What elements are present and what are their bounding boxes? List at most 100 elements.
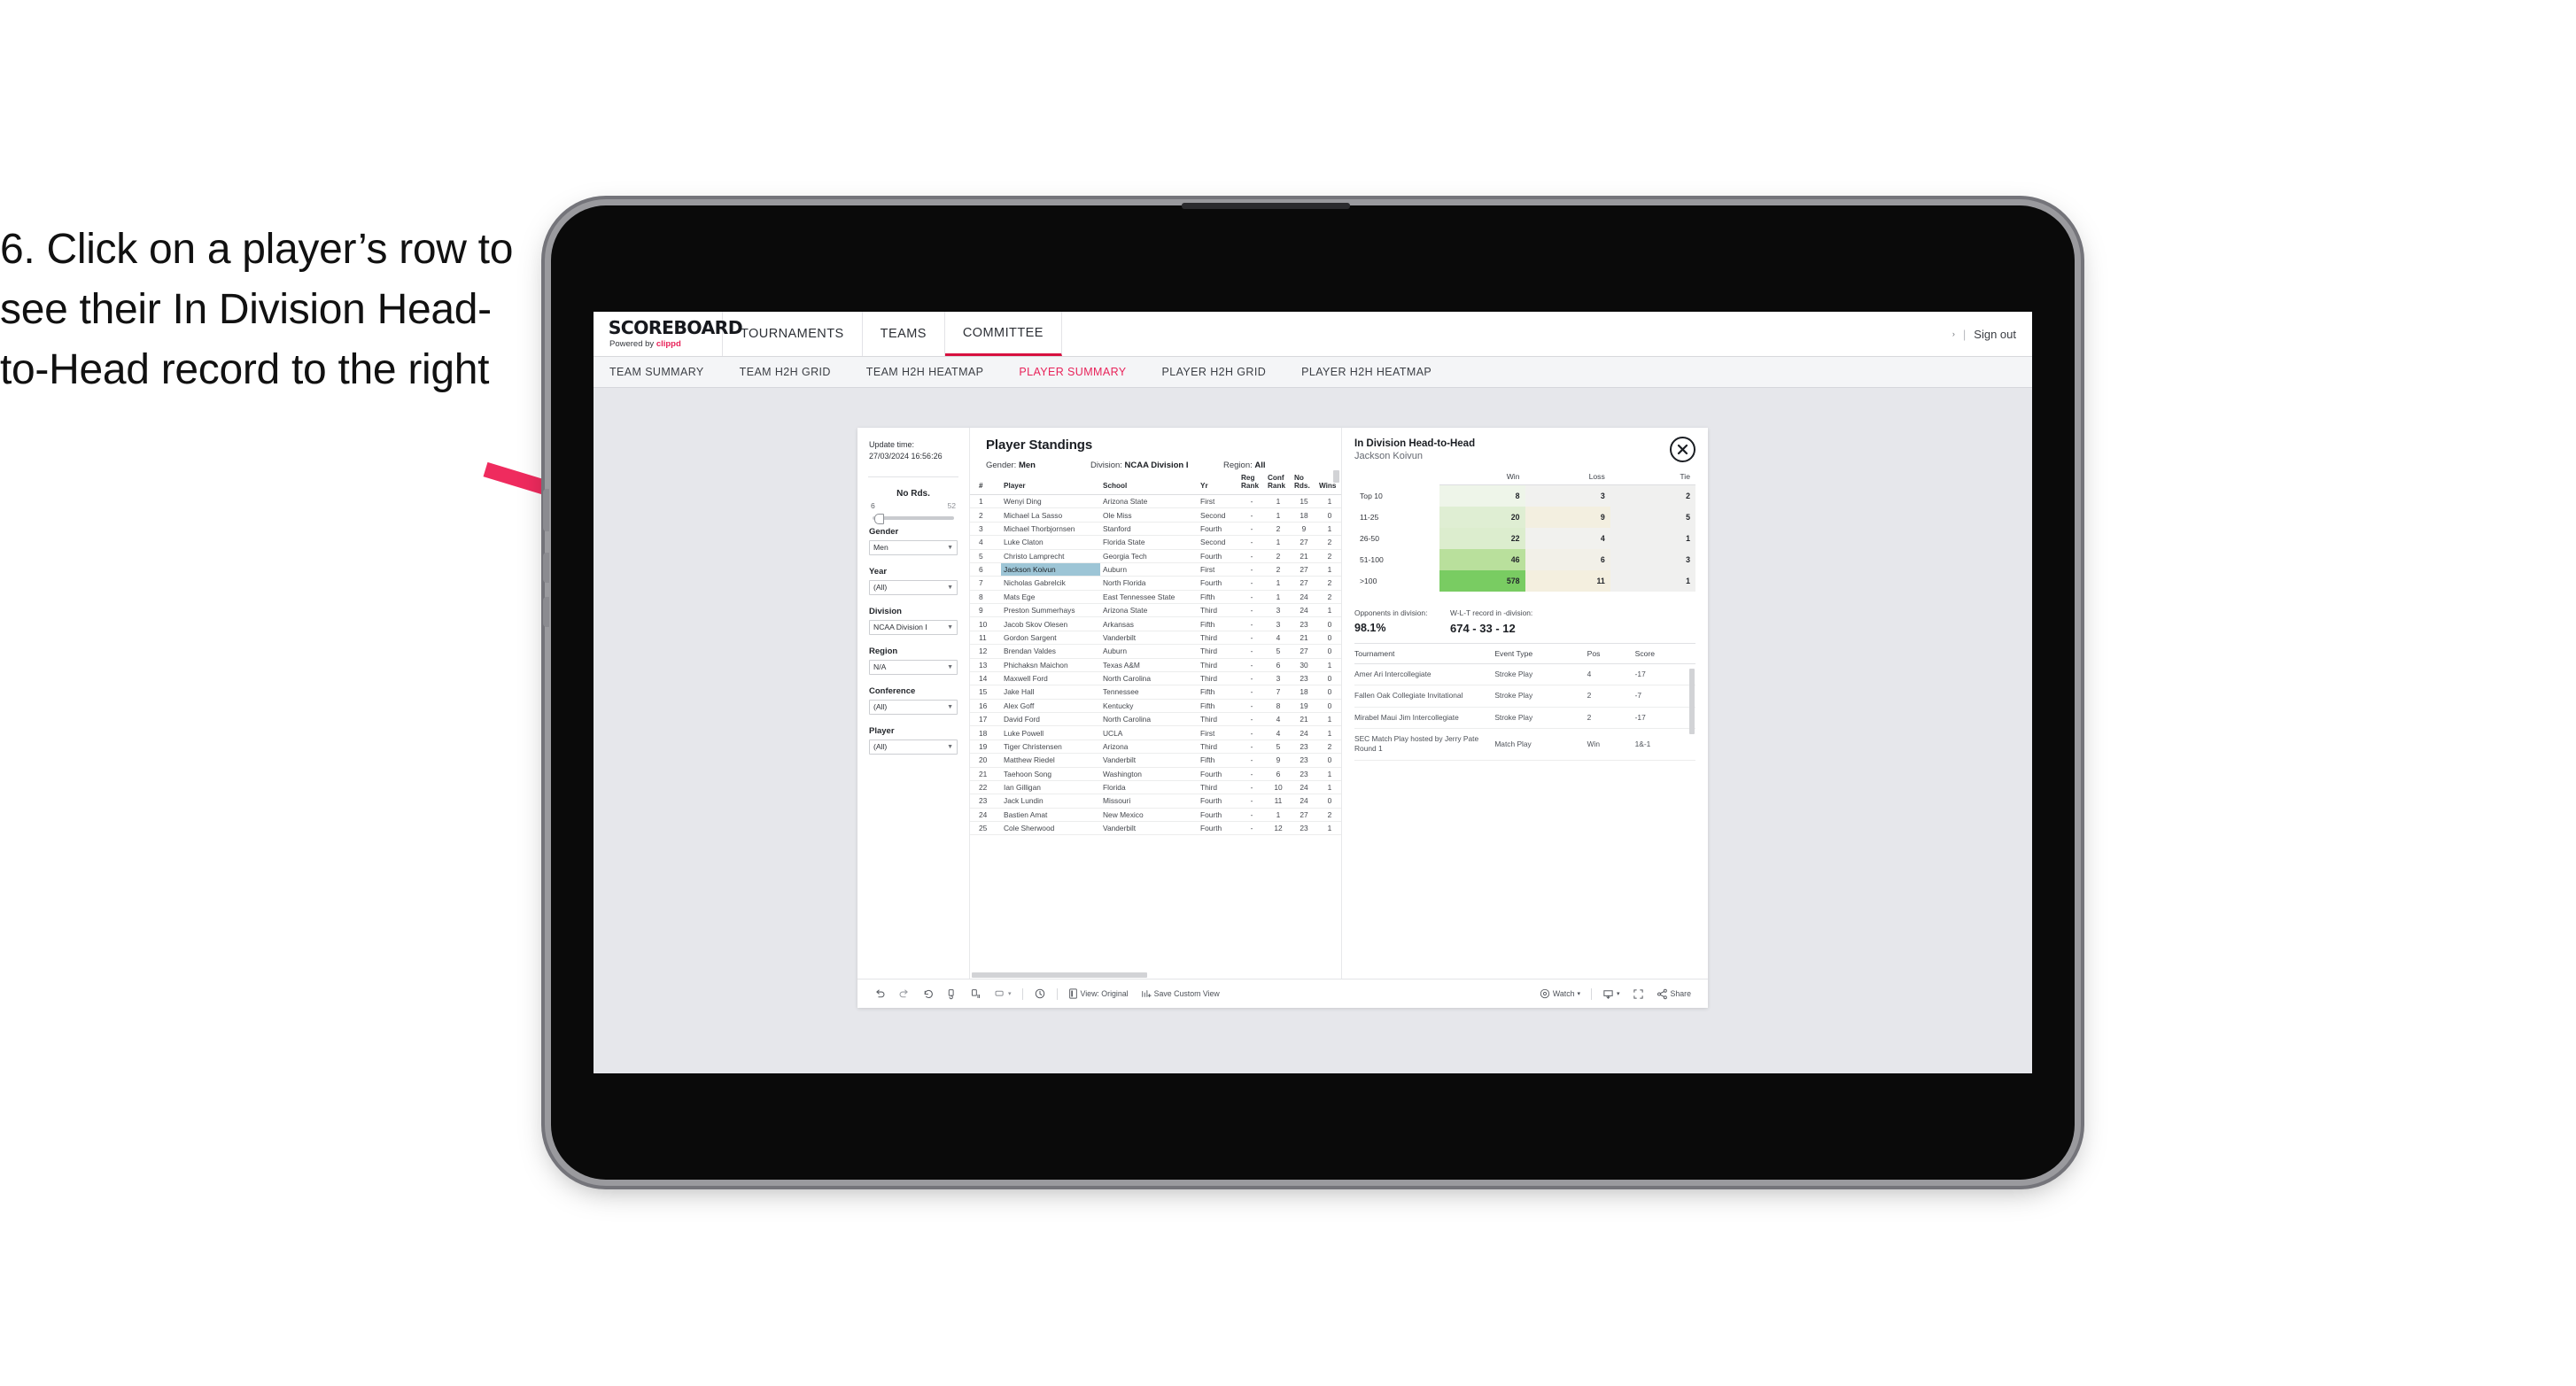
- table-row[interactable]: 19 Tiger Christensen Arizona Third -5 23 2: [970, 739, 1341, 755]
- filter-conference-select[interactable]: (All) ▼: [869, 699, 958, 715]
- filter-player-value: (All): [873, 742, 888, 752]
- table-row[interactable]: 22 Ian Gilligan Florida Third -10 24 1: [970, 780, 1341, 795]
- table-row[interactable]: 15 Jake Hall Tennessee Fifth -7 18 0: [970, 685, 1341, 700]
- device-layout-icon[interactable]: ▾: [988, 984, 1018, 1003]
- cell-conf: 3: [1265, 603, 1292, 618]
- tournament-cell-event: Stroke Play: [1494, 663, 1587, 686]
- col-player[interactable]: Player: [1001, 470, 1100, 495]
- table-row[interactable]: 17 David Ford North Carolina Third -4 21 1: [970, 712, 1341, 727]
- standings-vertical-scrollbar[interactable]: [1333, 470, 1339, 483]
- cell-rds: 21: [1292, 712, 1316, 727]
- standings-horizontal-scrollbar[interactable]: [970, 972, 1341, 979]
- undo-icon[interactable]: [868, 984, 892, 1003]
- col-event-type[interactable]: Event Type: [1494, 644, 1587, 664]
- col-tournament[interactable]: Tournament: [1354, 644, 1495, 664]
- filter-region-select[interactable]: N/A ▼: [869, 659, 958, 675]
- table-row[interactable]: 23 Jack Lundin Missouri Fourth -11 24 0: [970, 794, 1341, 809]
- tab-player-summary[interactable]: PLAYER SUMMARY: [1001, 357, 1144, 387]
- nav-committee[interactable]: COMMITTEE: [944, 312, 1062, 356]
- cell-wins: 0: [1316, 753, 1341, 768]
- col-no-rds[interactable]: No Rds.: [1292, 470, 1316, 495]
- col-yr[interactable]: Yr: [1198, 470, 1238, 495]
- cell-rds: 27: [1292, 644, 1316, 659]
- cell-yr: First: [1198, 725, 1238, 740]
- table-row[interactable]: 8 Mats Ege East Tennessee State Fifth -1 24 2: [970, 590, 1341, 605]
- table-row[interactable]: 14 Maxwell Ford North Carolina Third -3 23 0: [970, 671, 1341, 686]
- table-row[interactable]: 3 Michael Thorbjornsen Stanford Fourth -2 9 1: [970, 522, 1341, 537]
- tab-player-h2h-heatmap[interactable]: PLAYER H2H HEATMAP: [1284, 357, 1449, 387]
- table-row[interactable]: 24 Bastien Amat New Mexico Fourth -1 27 2: [970, 808, 1341, 823]
- slider-handle[interactable]: [874, 513, 884, 524]
- account-caret-icon[interactable]: ›: [1952, 329, 1955, 338]
- table-row[interactable]: 20 Matthew Riedel Vanderbilt Fifth -9 23 0: [970, 753, 1341, 768]
- tab-team-h2h-grid[interactable]: TEAM H2H GRID: [722, 357, 849, 387]
- slider-rail[interactable]: [873, 513, 954, 524]
- col-reg-rank[interactable]: Reg Rank: [1238, 470, 1265, 495]
- download-icon[interactable]: ▾: [1596, 984, 1626, 1003]
- cell-num: 12: [970, 644, 1001, 659]
- chevron-down-icon: ▼: [947, 663, 953, 670]
- filter-player-select[interactable]: (All) ▼: [869, 739, 958, 755]
- h2h-row: 11-25 20 9 5: [1354, 507, 1695, 528]
- opponents-value: 98.1%: [1354, 622, 1386, 634]
- table-row[interactable]: 9 Preston Summerhays Arizona State Third -3 2…: [970, 603, 1341, 618]
- table-row[interactable]: 21 Taehoon Song Washington Fourth -6 23 1: [970, 767, 1341, 781]
- table-row[interactable]: 7 Nicholas Gabrelcik North Florida Fourth -1…: [970, 576, 1341, 591]
- save-custom-view-button[interactable]: Save Custom View: [1135, 984, 1226, 1003]
- revert-icon[interactable]: [916, 984, 940, 1003]
- no-rounds-slider[interactable]: No Rds. 6 52: [857, 489, 969, 524]
- table-row[interactable]: 11 Gordon Sargent Vanderbilt Third -4 21 0: [970, 631, 1341, 646]
- table-row[interactable]: 5 Christo Lamprecht Georgia Tech Fourth -2 21…: [970, 549, 1341, 563]
- filter-gender-select[interactable]: Men ▼: [869, 539, 958, 555]
- cell-num: 11: [970, 631, 1001, 646]
- col-score[interactable]: Score: [1634, 644, 1695, 664]
- view-original-button[interactable]: View: Original: [1062, 984, 1135, 1003]
- fullscreen-icon[interactable]: [1626, 984, 1650, 1003]
- cell-rds: 30: [1292, 658, 1316, 672]
- col-school[interactable]: School: [1100, 470, 1198, 495]
- table-row[interactable]: 6 Jackson Koivun Auburn First -2 27 1: [970, 562, 1341, 577]
- h2h-cell-win: 20: [1439, 507, 1525, 528]
- watch-button[interactable]: Watch ▾: [1533, 984, 1587, 1003]
- cell-player: Jacob Skov Olesen: [1001, 616, 1100, 631]
- cell-yr: Fourth: [1198, 522, 1238, 537]
- table-row[interactable]: 10 Jacob Skov Olesen Arkansas Fifth -3 23 0: [970, 616, 1341, 631]
- cell-conf: 6: [1265, 658, 1292, 672]
- cell-school: Auburn: [1100, 562, 1198, 577]
- table-row[interactable]: 16 Alex Goff Kentucky Fifth -8 19 0: [970, 699, 1341, 714]
- cell-school: New Mexico: [1100, 808, 1198, 823]
- table-row[interactable]: 2 Michael La Sasso Ole Miss Second -1 18 0: [970, 507, 1341, 523]
- table-row[interactable]: 13 Phichaksn Maichon Texas A&M Third -6 30 1: [970, 658, 1341, 672]
- tournament-vertical-scrollbar[interactable]: [1689, 669, 1695, 734]
- table-row[interactable]: 4 Luke Claton Florida State Second -1 27 2: [970, 535, 1341, 550]
- cell-num: 25: [970, 821, 1001, 836]
- col-rank[interactable]: #: [970, 470, 1001, 495]
- nav-tournaments[interactable]: TOURNAMENTS: [723, 312, 863, 356]
- col-pos[interactable]: Pos: [1587, 644, 1635, 664]
- filter-year-select[interactable]: (All) ▼: [869, 579, 958, 595]
- tab-team-summary[interactable]: TEAM SUMMARY: [609, 357, 722, 387]
- col-conf-rank[interactable]: Conf Rank: [1265, 470, 1292, 495]
- cell-num: 24: [970, 808, 1001, 823]
- cell-yr: Second: [1198, 507, 1238, 523]
- h2h-row: >100 578 11 1: [1354, 570, 1695, 592]
- share-button[interactable]: Share: [1650, 984, 1697, 1003]
- table-row[interactable]: 1 Wenyi Ding Arizona State First -1 15 1: [970, 494, 1341, 509]
- tab-team-h2h-heatmap[interactable]: TEAM H2H HEATMAP: [849, 357, 1002, 387]
- refresh-data-icon[interactable]: [940, 984, 964, 1003]
- table-row[interactable]: 25 Cole Sherwood Vanderbilt Fourth -12 23 1: [970, 821, 1341, 836]
- history-icon[interactable]: [1028, 984, 1052, 1003]
- redo-icon[interactable]: [892, 984, 916, 1003]
- close-icon[interactable]: [1670, 437, 1695, 462]
- filter-division-select[interactable]: NCAA Division I ▼: [869, 619, 958, 635]
- cell-school: Georgia Tech: [1100, 549, 1198, 563]
- cell-wins: 0: [1316, 699, 1341, 714]
- table-row[interactable]: 18 Luke Powell UCLA First -4 24 1: [970, 725, 1341, 740]
- tab-player-h2h-grid[interactable]: PLAYER H2H GRID: [1144, 357, 1284, 387]
- cell-player: Alex Goff: [1001, 699, 1100, 714]
- pause-auto-update-icon[interactable]: [964, 984, 988, 1003]
- table-row[interactable]: 12 Brendan Valdes Auburn Third -5 27 0: [970, 644, 1341, 659]
- nav-teams[interactable]: TEAMS: [863, 312, 945, 356]
- scoreboard-logo[interactable]: SCOREBOARD Powered by clippd: [594, 312, 743, 356]
- sign-out-link[interactable]: Sign out: [1974, 328, 2016, 341]
